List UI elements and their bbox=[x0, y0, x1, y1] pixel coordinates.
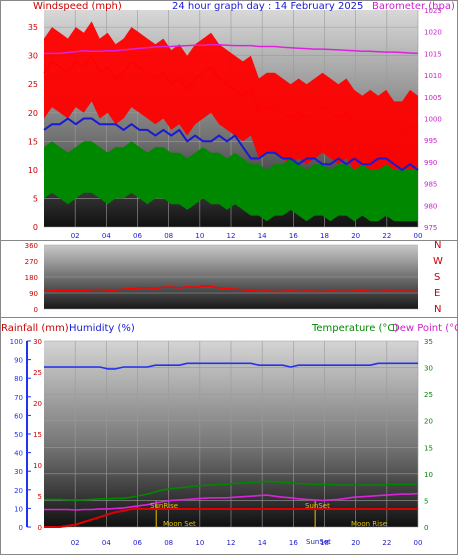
temp-tick-15: 15 bbox=[424, 444, 433, 452]
humidity-tick-60: 60 bbox=[14, 412, 23, 420]
p1-x-tick-14: 14 bbox=[258, 232, 267, 240]
humidity-tick-100: 100 bbox=[10, 338, 23, 346]
p1-x-tick-12: 12 bbox=[227, 232, 236, 240]
compass-e: E bbox=[434, 288, 440, 299]
rain-tick-10: 10 bbox=[33, 462, 42, 470]
temp-tick-10: 10 bbox=[424, 471, 433, 479]
humidity-tick-70: 70 bbox=[14, 394, 23, 402]
p3-x-tick-14: 14 bbox=[258, 539, 267, 547]
p3-x-tick-22: 22 bbox=[382, 539, 391, 547]
p1-left-tick-5: 5 bbox=[33, 194, 38, 203]
p1-right-tick-985: 985 bbox=[424, 181, 437, 189]
p1-right-tick-980: 980 bbox=[424, 202, 437, 210]
humidity-tick-90: 90 bbox=[14, 357, 23, 365]
p1-right-tick-975: 975 bbox=[424, 224, 437, 232]
p3-x-tick-04: 04 bbox=[102, 539, 111, 547]
rain-tick-5: 5 bbox=[38, 493, 42, 501]
p3-x-tick-20: 20 bbox=[351, 539, 360, 547]
humidity-tick-10: 10 bbox=[14, 505, 23, 513]
p1-x-tick-20: 20 bbox=[351, 232, 360, 240]
dewpoint-axis-label: Dew Point (°C) bbox=[392, 323, 458, 334]
temp-tick-20: 20 bbox=[424, 418, 433, 426]
p2-tick-180: 180 bbox=[25, 274, 38, 282]
weather-chart-svg: 0510152025303597598098599099510001005101… bbox=[0, 0, 458, 555]
p1-x-tick-08: 08 bbox=[164, 232, 173, 240]
chart-title: 24 hour graph day : 14 February 2025 bbox=[172, 1, 363, 12]
humidity-axis-label: Humidity (%) bbox=[69, 323, 135, 334]
p2-tick-360: 360 bbox=[25, 242, 38, 250]
p1-right-tick-995: 995 bbox=[424, 137, 437, 145]
p2-tick-270: 270 bbox=[25, 258, 38, 266]
p1-right-tick-1015: 1015 bbox=[424, 50, 442, 58]
p1-left-tick-10: 10 bbox=[28, 166, 38, 175]
compass-w: W bbox=[433, 256, 443, 267]
p1-left-tick-35: 35 bbox=[28, 23, 38, 32]
p1-left-tick-15: 15 bbox=[28, 137, 38, 146]
temp-tick-35: 35 bbox=[424, 338, 433, 346]
p1-right-tick-1005: 1005 bbox=[424, 94, 442, 102]
p1-x-tick-22: 22 bbox=[382, 232, 391, 240]
rain-tick-25: 25 bbox=[33, 369, 42, 377]
compass-n-top: N bbox=[434, 240, 441, 251]
p3-x-tick-10: 10 bbox=[195, 539, 204, 547]
p1-x-tick-04: 04 bbox=[102, 232, 111, 240]
weather-graph-page: 0 5 10 15 20 25 30 35 975 980 985 990 995 1000 1005 101… bbox=[0, 0, 458, 555]
p3-x-tick-02: 02 bbox=[71, 539, 80, 547]
p3-x-tick-16: 16 bbox=[289, 539, 298, 547]
p1-left-tick-20: 20 bbox=[28, 109, 38, 118]
sunset-axis-label: SunSet bbox=[306, 538, 331, 546]
temp-tick-25: 25 bbox=[424, 391, 433, 399]
barometer-axis-label: Barometer (hpa) bbox=[372, 1, 455, 12]
sunrise-label: SunRise bbox=[150, 502, 178, 510]
p3-x-tick-06: 06 bbox=[133, 539, 142, 547]
p2-tick-90: 90 bbox=[29, 290, 38, 298]
temp-tick-0: 0 bbox=[424, 524, 428, 532]
humidity-tick-50: 50 bbox=[14, 431, 23, 439]
humidity-tick-30: 30 bbox=[14, 468, 23, 476]
p1-left-tick-25: 25 bbox=[28, 80, 38, 89]
rain-tick-15: 15 bbox=[33, 431, 42, 439]
p3-x-tick-08: 08 bbox=[164, 539, 173, 547]
p1-left-tick-30: 30 bbox=[28, 52, 38, 61]
p1-x-tick-10: 10 bbox=[195, 232, 204, 240]
p1-left-tick-0: 0 bbox=[33, 223, 38, 232]
temp-tick-5: 5 bbox=[424, 497, 428, 505]
moonset-label: Moon Set bbox=[163, 520, 196, 528]
rain-tick-20: 20 bbox=[33, 400, 42, 408]
temp-tick-30: 30 bbox=[424, 365, 433, 373]
p1-right-tick-1000: 1000 bbox=[424, 116, 442, 124]
p2-tick-0: 0 bbox=[34, 306, 38, 314]
windspeed-axis-label: Windspeed (mph) bbox=[33, 1, 122, 12]
compass-n-bottom: N bbox=[434, 304, 441, 315]
compass-s: S bbox=[434, 272, 440, 283]
p1-x-tick-16: 16 bbox=[289, 232, 298, 240]
humidity-tick-0: 0 bbox=[19, 524, 23, 532]
p1-right-tick-1010: 1010 bbox=[424, 72, 442, 80]
humidity-tick-40: 40 bbox=[14, 450, 23, 458]
p3-x-tick-12: 12 bbox=[227, 539, 236, 547]
p1-x-tick-06: 06 bbox=[133, 232, 142, 240]
p3-x-tick-00: 00 bbox=[414, 539, 423, 547]
rain-tick-30: 30 bbox=[33, 338, 42, 346]
sunset-label: SunSet bbox=[305, 502, 330, 510]
moonrise-label: Moon Rise bbox=[351, 520, 387, 528]
humidity-tick-20: 20 bbox=[14, 487, 23, 495]
p1-right-tick-1020: 1020 bbox=[424, 29, 442, 37]
p1-x-tick-02: 02 bbox=[71, 232, 80, 240]
p1-right-tick-990: 990 bbox=[424, 159, 437, 167]
p1-x-tick-00: 00 bbox=[414, 232, 423, 240]
humidity-tick-80: 80 bbox=[14, 375, 23, 383]
rainfall-axis-label: Rainfall (mm) bbox=[1, 323, 69, 334]
p1-x-tick-18: 18 bbox=[320, 232, 329, 240]
temperature-axis-label: Temperature (°C) bbox=[311, 323, 398, 334]
rain-tick-0: 0 bbox=[38, 524, 42, 532]
